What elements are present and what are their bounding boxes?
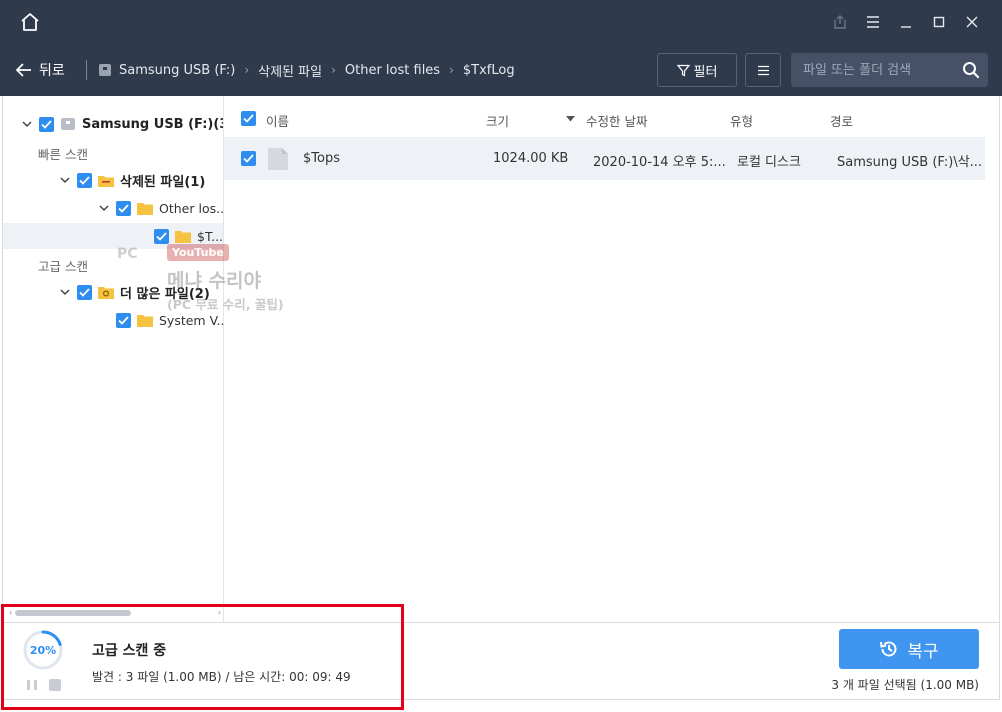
scrollbar-thumb[interactable] (15, 610, 131, 616)
folder-tree-panel: Samsung USB (F:)(3) 빠른 스캔 삭제된 파일(1) Othe… (3, 96, 224, 622)
usb-drive-icon (61, 118, 75, 130)
file-list-panel: 이름 크기 수정한 날짜 유형 경로 $Tops 1024.00 KB 2020… (224, 96, 1000, 622)
content-area: Samsung USB (F:)(3) 빠른 스캔 삭제된 파일(1) Othe… (2, 96, 1000, 622)
folder-icon (137, 314, 153, 327)
chevron-down-icon[interactable] (98, 202, 110, 214)
sort-desc-icon[interactable] (566, 116, 575, 122)
column-header-size[interactable]: 크기 (486, 111, 509, 130)
minimize-icon[interactable] (889, 10, 922, 34)
checkbox-checked[interactable] (77, 172, 92, 188)
recover-label: 복구 (907, 641, 939, 662)
arrow-left-icon (16, 63, 31, 77)
back-button[interactable]: 뒤로 (16, 58, 65, 82)
scroll-right-icon[interactable]: › (218, 608, 221, 617)
stop-icon[interactable] (49, 679, 61, 691)
breadcrumb-deleted-files[interactable]: 삭제된 파일 (258, 61, 322, 80)
breadcrumb: Samsung USB (F:) › 삭제된 파일 › Other lost f… (97, 58, 515, 82)
breadcrumb-drive[interactable]: Samsung USB (F:) (119, 63, 235, 78)
history-icon (880, 641, 897, 657)
nav-divider (86, 60, 87, 80)
checkbox-checked[interactable] (116, 312, 131, 328)
search-folder-icon (98, 286, 114, 299)
close-icon[interactable] (955, 10, 988, 34)
column-header-type[interactable]: 유형 (730, 111, 753, 130)
column-header-name[interactable]: 이름 (266, 111, 289, 130)
folder-icon (175, 230, 191, 243)
tree-item-more-files[interactable]: 더 많은 파일(2) (59, 278, 210, 306)
search-box (791, 53, 988, 87)
scan-status-title: 고급 스캔 중 (92, 643, 167, 659)
window-bottom-edge (0, 700, 1002, 712)
tree-item-system-volume[interactable]: System V... (116, 306, 224, 334)
navigation-bar: 뒤로 Samsung USB (F:) › 삭제된 파일 › Other los… (0, 44, 1002, 96)
tree-label: 더 많은 파일(2) (120, 286, 210, 302)
advanced-scan-label: 고급 스캔 (38, 259, 88, 274)
recover-button[interactable]: 복구 (839, 629, 979, 669)
scroll-left-icon[interactable]: ‹ (9, 608, 12, 617)
view-menu-button[interactable] (745, 53, 781, 87)
scan-status-detail: 발견 : 3 파일 (1.00 MB) / 남은 시간: 00: 09: 49 (92, 670, 351, 684)
row-checkbox[interactable] (241, 151, 256, 166)
select-all-checkbox[interactable] (241, 111, 256, 126)
filter-button[interactable]: 필터 (657, 53, 737, 87)
tree-label: 삭제된 파일(1) (120, 174, 206, 190)
filter-label: 필터 (693, 64, 718, 80)
tree-item-other-lost-files[interactable]: Other los... (98, 194, 224, 222)
back-label: 뒤로 (39, 63, 65, 79)
list-icon (757, 65, 769, 75)
checkbox-checked[interactable] (39, 116, 54, 132)
menu-icon[interactable] (856, 10, 889, 34)
chevron-right-icon: › (331, 63, 336, 77)
tree-item-drive[interactable]: Samsung USB (F:)(3) (21, 110, 224, 138)
tree-item-txflog[interactable]: $T... (154, 222, 223, 250)
folder-icon (137, 202, 153, 215)
file-size: 1024.00 KB (493, 151, 569, 166)
tree-label: $T... (197, 228, 224, 244)
export-icon[interactable] (823, 10, 856, 34)
home-icon[interactable] (19, 11, 41, 33)
column-header-modified[interactable]: 수정한 날짜 (586, 111, 647, 130)
column-header-path[interactable]: 경로 (830, 111, 853, 130)
checkbox-checked[interactable] (116, 200, 131, 216)
chevron-down-icon[interactable] (21, 118, 33, 130)
pause-icon[interactable] (26, 679, 38, 691)
checkbox-checked[interactable] (77, 284, 92, 300)
file-path: Samsung USB (F:)\삭... (837, 155, 983, 170)
horizontal-scrollbar[interactable]: ‹ › (9, 608, 221, 618)
chevron-down-icon[interactable] (59, 174, 71, 186)
quick-scan-label: 빠른 스캔 (38, 147, 88, 162)
chevron-right-icon: › (244, 63, 250, 77)
chevron-down-icon[interactable] (59, 286, 71, 298)
tree-label: Other los... (159, 200, 224, 216)
chevron-right-icon: › (449, 63, 454, 77)
progress-percent: 20% (29, 643, 57, 657)
deleted-folder-icon (98, 175, 114, 187)
selected-files-info: 3 개 파일 선택됨 (1.00 MB) (831, 678, 979, 692)
table-row[interactable]: $Tops 1024.00 KB 2020-10-14 오후 5:... 로컬 … (224, 137, 985, 180)
window-controls (823, 10, 988, 34)
file-modified: 2020-10-14 오후 5:... (593, 155, 726, 170)
usb-drive-icon (99, 64, 111, 76)
breadcrumb-txflog[interactable]: $TxfLog (463, 63, 515, 78)
file-icon (268, 148, 288, 170)
breadcrumb-other-lost-files[interactable]: Other lost files (345, 63, 440, 78)
file-name: $Tops (303, 151, 340, 166)
tree-label: System V... (159, 312, 224, 328)
status-bar: 20% 고급 스캔 중 발견 : 3 파일 (1.00 MB) / 남은 시간:… (2, 622, 1000, 700)
title-bar (0, 0, 1002, 44)
checkbox-checked[interactable] (154, 228, 169, 244)
filter-icon (676, 64, 690, 76)
tree-item-deleted-files[interactable]: 삭제된 파일(1) (59, 166, 205, 194)
search-input[interactable] (803, 53, 953, 87)
maximize-icon[interactable] (922, 10, 955, 34)
tree-label: Samsung USB (F:)(3) (82, 116, 224, 132)
search-icon[interactable] (962, 61, 980, 79)
file-type: 로컬 디스크 (737, 155, 801, 170)
table-header: 이름 크기 수정한 날짜 유형 경로 (224, 96, 1000, 138)
